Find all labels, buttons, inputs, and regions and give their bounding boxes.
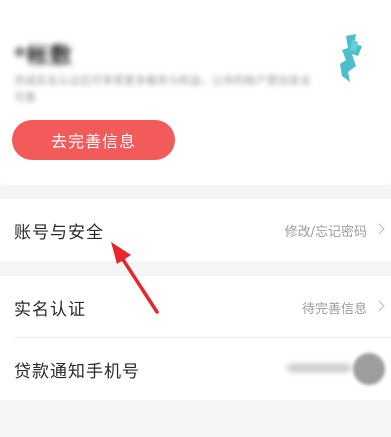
real-name-label: 实名认证 [14,299,86,320]
profile-description: 完成实名认证后可享受更多服务与权益，让你的账户更加安全可靠 [14,74,311,104]
verification-section: 实名认证 待完善信息 贷款通知手机号 [0,276,391,400]
profile-name: *帐敷 [14,44,73,69]
real-name-row[interactable]: 实名认证 待完善信息 [0,276,391,338]
edit-phone-icon[interactable] [353,353,385,385]
account-security-row[interactable]: 账号与安全 修改/忘记密码 [0,199,391,261]
complete-info-button[interactable]: 去完善信息 [12,120,175,160]
account-security-label: 账号与安全 [14,222,104,243]
avatar[interactable] [332,32,372,84]
loan-notify-phone-row[interactable]: 贷款通知手机号 [0,338,391,400]
real-name-value: 待完善信息 [301,301,367,317]
account-security-value: 修改/忘记密码 [284,224,367,240]
loan-notify-phone-value [287,364,351,372]
chevron-right-icon [373,300,385,312]
chevron-right-icon [373,223,385,235]
account-section: 账号与安全 修改/忘记密码 [0,199,391,261]
loan-notify-phone-label: 贷款通知手机号 [14,361,140,382]
profile-card: *帐敷 完成实名认证后可享受更多服务与权益，让你的账户更加安全可靠 去完善信息 [0,0,391,185]
